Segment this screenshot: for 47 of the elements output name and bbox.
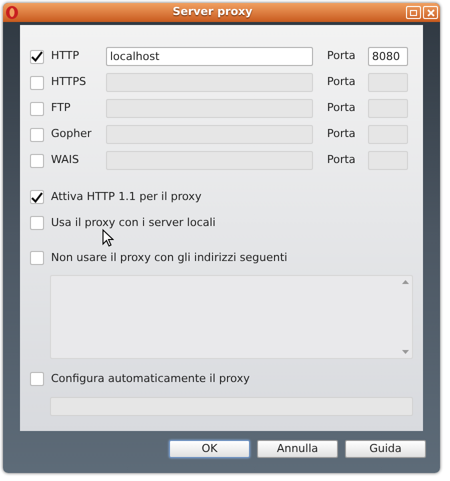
close-button[interactable] <box>423 6 438 19</box>
checkbox[interactable] <box>30 76 44 90</box>
dialog-button[interactable]: Annulla <box>257 440 338 458</box>
checkbox[interactable] <box>30 154 44 168</box>
input-field[interactable] <box>106 125 313 144</box>
checkbox[interactable] <box>30 50 44 64</box>
dialog-button[interactable]: OK <box>169 440 250 458</box>
port-label: Porta <box>327 100 357 116</box>
checkbox[interactable] <box>30 128 44 142</box>
input-field[interactable] <box>106 73 313 92</box>
maximize-button[interactable] <box>406 6 421 19</box>
port-label: Porta <box>327 74 357 90</box>
input-field[interactable] <box>368 125 408 144</box>
protocol-label: HTTP <box>51 48 80 64</box>
scroll-down-icon[interactable] <box>402 350 409 354</box>
checkbox[interactable] <box>30 190 44 204</box>
option-label: Configura automaticamente il proxy <box>51 370 250 387</box>
input-field[interactable] <box>106 99 313 118</box>
address-list[interactable] <box>50 275 413 359</box>
scroll-up-icon[interactable] <box>402 280 409 284</box>
checkbox[interactable] <box>30 102 44 116</box>
checkbox[interactable] <box>30 251 44 265</box>
option-label: Attiva HTTP 1.1 per il proxy <box>51 188 202 205</box>
input-field[interactable] <box>106 151 313 170</box>
option-label: Usa il proxy con i server locali <box>51 214 216 231</box>
app-icon <box>5 5 19 20</box>
input-field[interactable]: localhost <box>106 47 313 66</box>
port-label: Porta <box>327 152 357 168</box>
input-field[interactable] <box>368 151 408 170</box>
protocol-label: WAIS <box>51 152 80 168</box>
checkmark-icon <box>31 51 43 62</box>
option-label: Non usare il proxy con gli indirizzi seguenti <box>51 250 288 266</box>
port-label: Porta <box>327 126 357 142</box>
input-field[interactable] <box>368 73 408 92</box>
protocol-label: FTP <box>51 100 72 116</box>
input-field[interactable]: 8080 <box>368 47 408 66</box>
window-title: Server proxy <box>172 4 254 20</box>
checkbox[interactable] <box>30 216 44 230</box>
dialog-button[interactable]: Guida <box>345 440 426 458</box>
cursor-icon <box>102 229 114 247</box>
checkmark-icon <box>31 192 43 202</box>
port-label: Porta <box>327 48 357 64</box>
input-field[interactable] <box>368 99 408 118</box>
protocol-label: HTTPS <box>51 74 88 90</box>
checkbox[interactable] <box>30 372 44 386</box>
close-icon <box>426 8 434 16</box>
protocol-label: Gopher <box>51 126 92 142</box>
